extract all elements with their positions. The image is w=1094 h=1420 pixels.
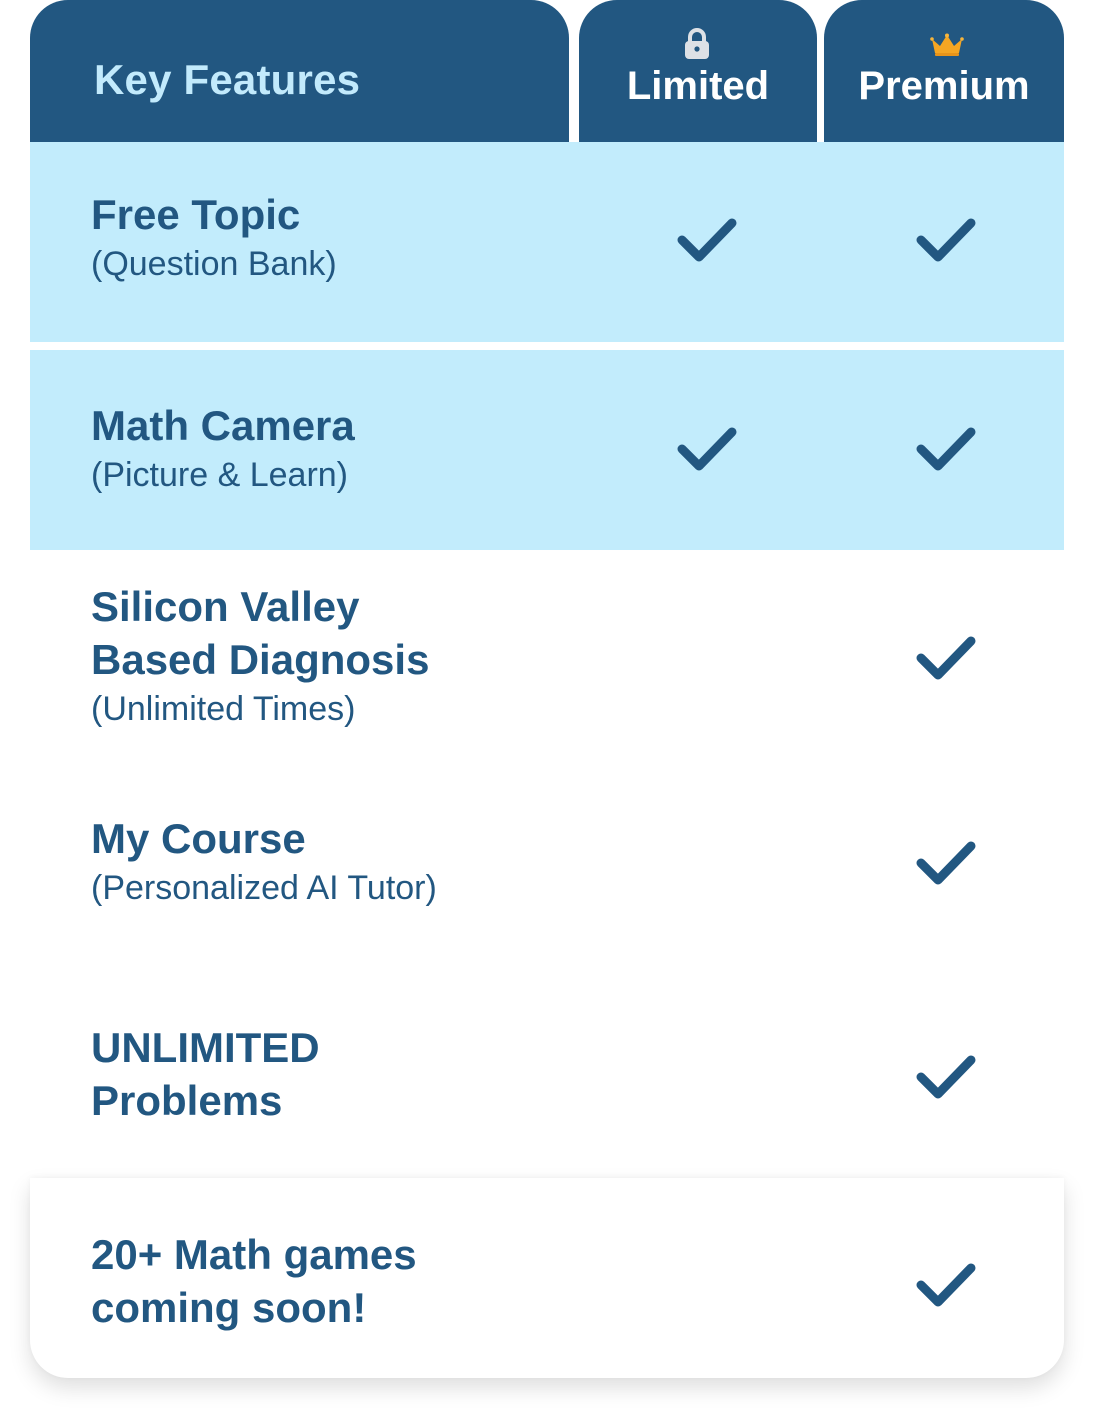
check-icon-premium <box>916 841 976 885</box>
plan-label-limited: Limited <box>626 64 770 108</box>
feature-title: Silicon Valley Based Diagnosis <box>91 583 430 683</box>
feature-row-diagnosis: Silicon Valley Based Diagnosis (Unlimite… <box>30 550 1064 770</box>
feature-subtitle: (Unlimited Times) <box>91 690 356 728</box>
check-icon-premium <box>916 1263 976 1307</box>
lock-icon <box>685 28 709 59</box>
feature-title: Math Camera <box>91 402 355 449</box>
feature-text: UNLIMITED Problems <box>91 1021 611 1127</box>
header-title: Key Features <box>94 56 361 103</box>
feature-title: 20+ Math games coming soon! <box>91 1231 417 1331</box>
feature-title: Free Topic <box>91 191 301 238</box>
feature-row-math-camera: Math Camera (Picture & Learn) <box>30 350 1064 550</box>
feature-text: Free Topic (Question Bank) <box>91 188 611 284</box>
feature-subtitle: (Personalized AI Tutor) <box>91 869 437 907</box>
check-icon-premium <box>916 636 976 680</box>
feature-text: 20+ Math games coming soon! <box>91 1228 611 1334</box>
plan-header-premium: Premium <box>824 0 1064 142</box>
check-icon-premium <box>916 218 976 262</box>
header-key-features: Key Features <box>30 0 569 142</box>
feature-title: UNLIMITED Problems <box>91 1024 320 1124</box>
feature-title: My Course <box>91 815 306 862</box>
check-icon-premium <box>916 427 976 471</box>
check-icon-limited <box>677 427 737 471</box>
feature-text: Math Camera (Picture & Learn) <box>91 399 611 495</box>
plan-header-limited: Limited <box>579 0 817 142</box>
plan-label-premium: Premium <box>858 64 1030 108</box>
feature-row-free-topic: Free Topic (Question Bank) <box>30 142 1064 342</box>
check-icon-limited <box>677 218 737 262</box>
crown-icon <box>930 33 964 56</box>
feature-row-math-games: 20+ Math games coming soon! <box>30 1178 1064 1378</box>
feature-subtitle: (Question Bank) <box>91 245 337 283</box>
feature-row-unlimited-problems: UNLIMITED Problems <box>30 970 1064 1170</box>
check-icon-premium <box>916 1055 976 1099</box>
feature-row-my-course: My Course (Personalized AI Tutor) <box>30 770 1064 970</box>
feature-text: My Course (Personalized AI Tutor) <box>91 812 611 908</box>
feature-subtitle: (Picture & Learn) <box>91 456 348 494</box>
feature-text: Silicon Valley Based Diagnosis (Unlimite… <box>91 580 611 729</box>
